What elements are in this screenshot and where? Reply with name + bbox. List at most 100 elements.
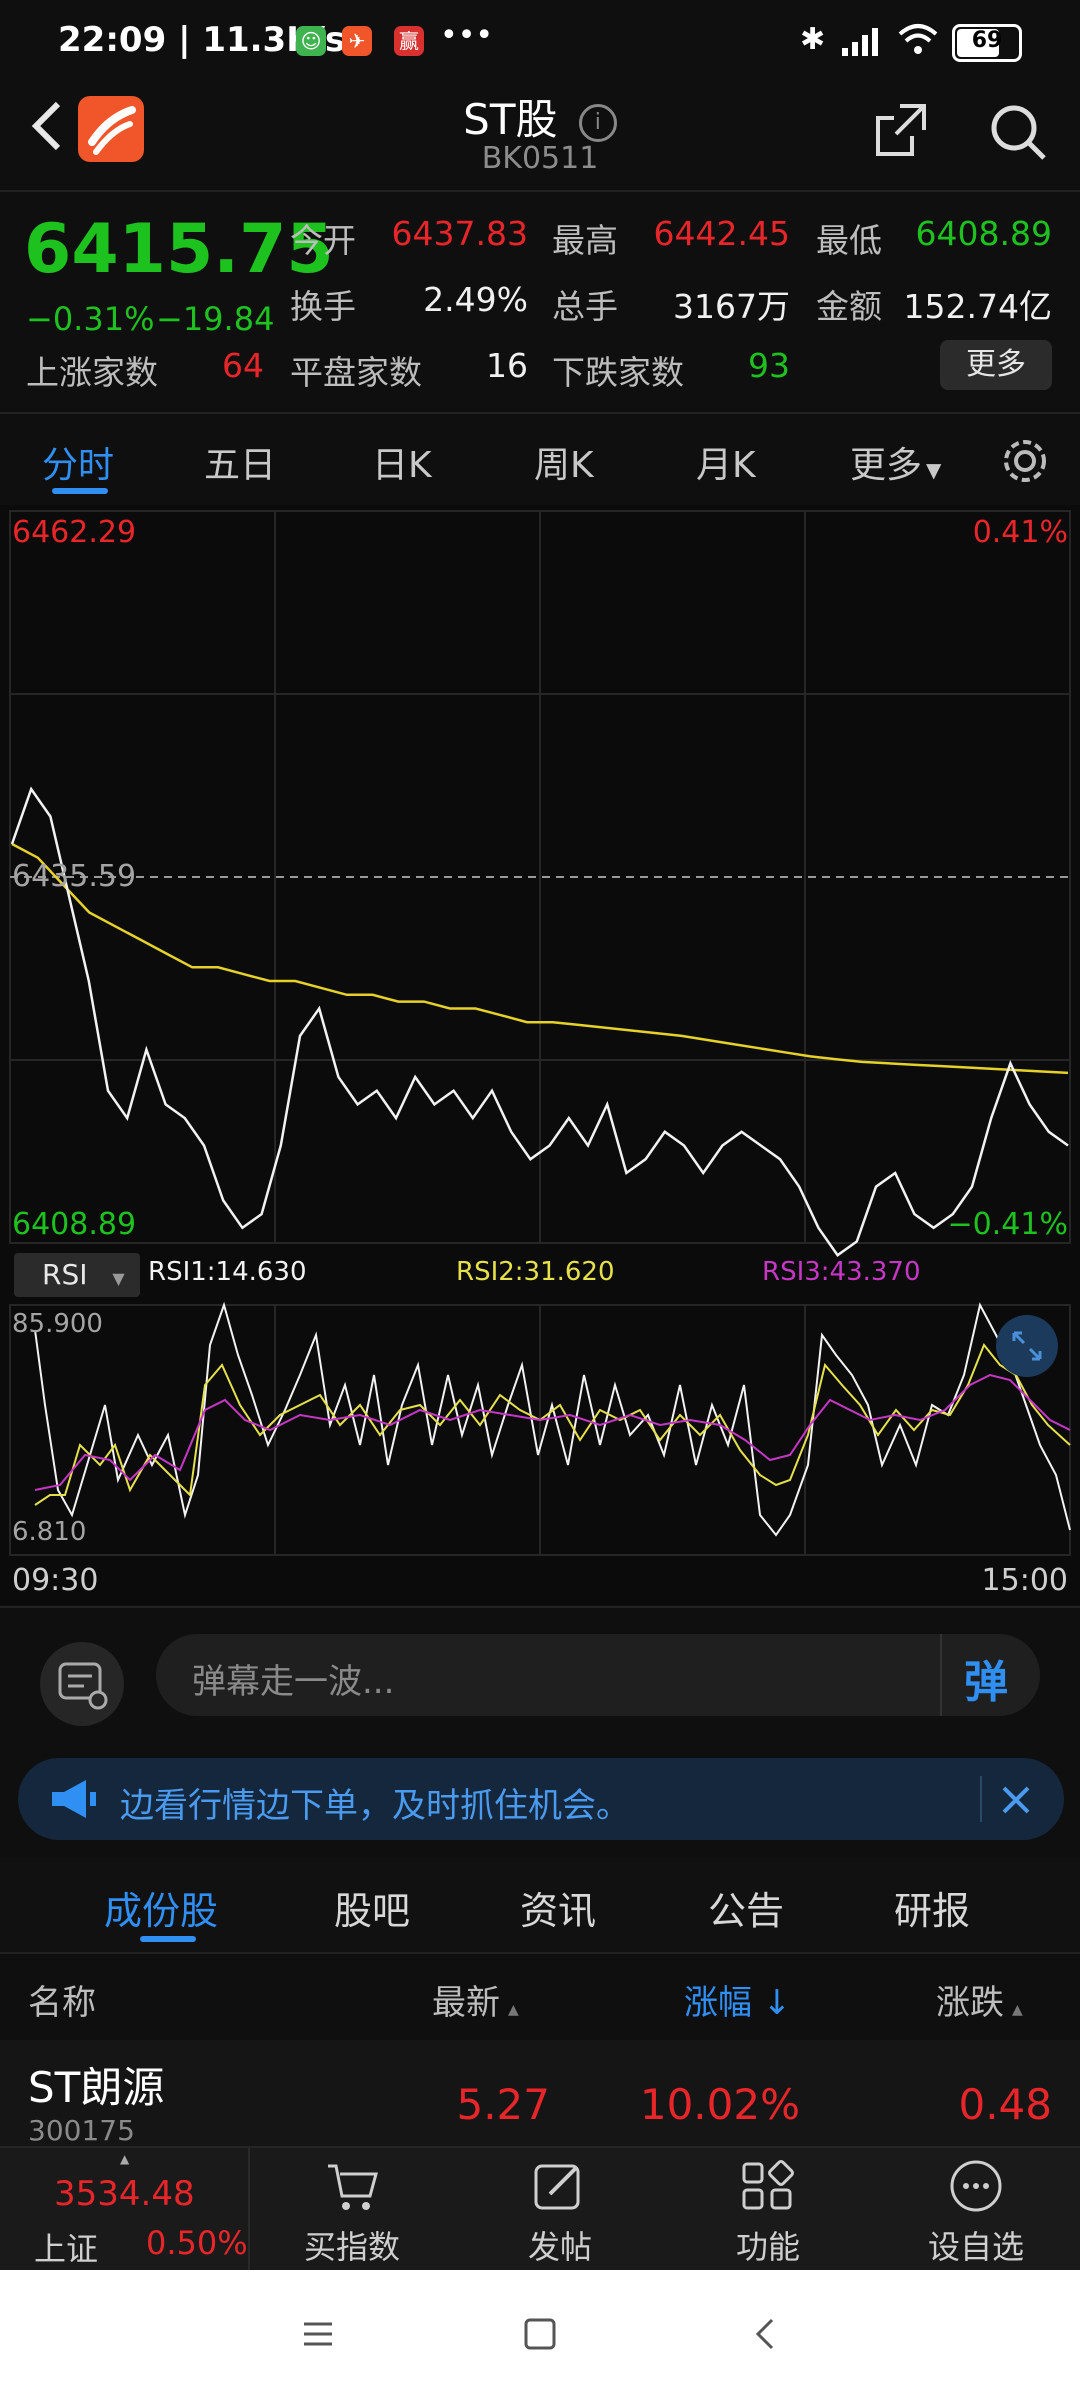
stock-name: ST朗源: [28, 2063, 165, 2112]
volume-value: 3167万: [673, 287, 790, 326]
stock-code: 300175: [28, 2114, 135, 2147]
open-value: 6437.83: [391, 214, 528, 253]
index-pct: 0.50%: [146, 2224, 248, 2262]
tab-announcements[interactable]: 公告: [708, 1880, 784, 1935]
indicator-select[interactable]: RSI ▼: [14, 1253, 140, 1297]
danmu-separator: [940, 1634, 942, 1716]
home-icon[interactable]: [522, 2316, 558, 2352]
expand-icon: [1012, 1331, 1042, 1361]
time-end-label: 15:00: [981, 1563, 1068, 1598]
tab-constituents[interactable]: 成份股: [104, 1880, 218, 1935]
amount-label: 金额: [816, 287, 882, 326]
rsi1-line: [34, 1301, 1071, 1537]
expand-chart-button[interactable]: [996, 1315, 1058, 1377]
danmu-placeholder: 弹幕走一波...: [192, 1662, 395, 1702]
banner-separator: [980, 1776, 982, 1822]
column-change[interactable]: 涨跌 ▲: [936, 1975, 1023, 2024]
chart-divider: [0, 1606, 1080, 1608]
rsi1-value: RSI1:14.630: [148, 1257, 307, 1287]
chart-panel: 6462.29 0.41% 6435.59 6408.89 −0.41% RSI…: [0, 505, 1080, 1605]
tab-five-day[interactable]: 五日: [204, 436, 276, 488]
rsi-min-label: 6.810: [12, 1517, 87, 1547]
grid-icon: [742, 2160, 794, 2210]
tab-monthly-k[interactable]: 月K: [696, 436, 756, 488]
tab-forum[interactable]: 股吧: [334, 1880, 410, 1935]
column-change-pct[interactable]: 涨幅 ↓: [684, 1975, 791, 2024]
close-icon[interactable]: [996, 1780, 1036, 1820]
eastmoney-notification-icon: ✈: [342, 26, 372, 56]
flat-count-label: 平盘家数: [290, 353, 422, 392]
stock-change: 0.48: [958, 2080, 1052, 2129]
active-tab-indicator: [52, 488, 108, 494]
back-icon[interactable]: [748, 2316, 784, 2352]
danmu-input[interactable]: 弹幕走一波... 弹: [156, 1634, 1040, 1716]
rsi-max-label: 85.900: [12, 1309, 103, 1339]
edit-icon: [534, 2164, 580, 2210]
battery-level: 69: [971, 28, 1003, 53]
search-icon[interactable]: [986, 100, 1050, 164]
tab-daily-k[interactable]: 日K: [372, 436, 432, 488]
price-max-label: 6462.29: [12, 515, 137, 550]
quote-panel: 6415.75 −0.31% −19.84 上涨家数 64 今开 6437.83…: [0, 192, 1080, 412]
down-count: 93: [748, 346, 790, 385]
share-icon[interactable]: [872, 100, 930, 158]
high-value: 6442.45: [653, 214, 790, 253]
tab-news[interactable]: 资讯: [520, 1880, 596, 1935]
danmu-settings-button[interactable]: [40, 1642, 124, 1726]
up-count: 64: [222, 346, 264, 385]
tab-more[interactable]: 更多 ▼: [850, 436, 941, 488]
volume-label: 总手: [552, 287, 618, 326]
up-count-label: 上涨家数: [26, 353, 158, 392]
column-price[interactable]: 最新 ▲: [432, 1975, 519, 2024]
expand-up-icon: ▲: [120, 2152, 130, 2166]
rsi2-value: RSI2:31.620: [456, 1257, 615, 1287]
info-icon[interactable]: i: [578, 103, 617, 142]
menu-icon[interactable]: [300, 2316, 336, 2352]
turnover-value: 2.49%: [423, 280, 528, 319]
pct-max-label: 0.41%: [972, 515, 1068, 550]
turnover-label: 换手: [290, 287, 356, 326]
danmu-toggle-button[interactable]: 弹: [964, 1646, 1008, 1710]
banner-text: 边看行情边下单，及时抓住机会。: [120, 1786, 630, 1826]
intraday-chart[interactable]: [0, 505, 1080, 1605]
change-value: −19.84: [156, 300, 275, 338]
megaphone-icon: [52, 1780, 96, 1818]
status-bar: 22:09 | 11.3K/s ☺ ✈ 赢 ••• ✱ 69: [0, 0, 1080, 86]
change-percent: −0.31%: [26, 300, 155, 338]
index-name: 上证: [34, 2230, 99, 2268]
down-count-label: 下跌家数: [552, 353, 684, 392]
sort-icon: ▲: [508, 2002, 519, 2018]
low-value: 6408.89: [915, 214, 1052, 253]
nav-buy-index[interactable]: 买指数: [272, 2158, 432, 2268]
price-min-label: 6408.89: [12, 1207, 137, 1242]
tab-research[interactable]: 研报: [894, 1880, 970, 1935]
tab-intraday[interactable]: 分时: [42, 436, 114, 488]
nav-buy-index-label: 买指数: [303, 2228, 400, 2266]
pct-min-label: −0.41%: [947, 1207, 1068, 1242]
cart-icon: [328, 2164, 378, 2210]
nav-post[interactable]: 发帖: [480, 2158, 640, 2268]
system-nav-bar: [0, 2270, 1080, 2400]
settings-gear-icon[interactable]: [998, 434, 1052, 488]
table-row[interactable]: ST朗源 300175 5.27 10.02% 0.48: [0, 2040, 1080, 2147]
stock-change-pct: 10.02%: [639, 2080, 800, 2129]
tab-weekly-k[interactable]: 周K: [534, 436, 594, 488]
bluetooth-icon: ✱: [800, 22, 826, 57]
open-label: 今开: [290, 221, 356, 260]
wifi-icon: [898, 24, 938, 54]
more-dots-icon: [950, 2160, 1002, 2212]
nav-functions[interactable]: 功能: [688, 2158, 848, 2268]
nav-add-watchlist[interactable]: 设自选: [896, 2158, 1056, 2268]
current-price: 6415.75: [24, 210, 334, 289]
promo-banner[interactable]: 边看行情边下单，及时抓住机会。: [18, 1758, 1064, 1840]
flat-count: 16: [486, 346, 528, 385]
amount-value: 152.74亿: [903, 287, 1052, 326]
time-start-label: 09:30: [12, 1563, 99, 1598]
rsi3-line: [34, 1373, 1071, 1491]
bottom-nav: ▲ 3534.48 上证 0.50% 买指数 发帖 功能 设自选: [0, 2146, 1080, 2272]
column-name: 名称: [28, 1983, 96, 2023]
more-stats-button[interactable]: 更多: [940, 340, 1052, 390]
index-ticker[interactable]: ▲ 3534.48 上证 0.50%: [0, 2148, 250, 2272]
nav-add-watchlist-label: 设自选: [927, 2228, 1024, 2266]
tab-more-label: 更多: [850, 445, 923, 486]
